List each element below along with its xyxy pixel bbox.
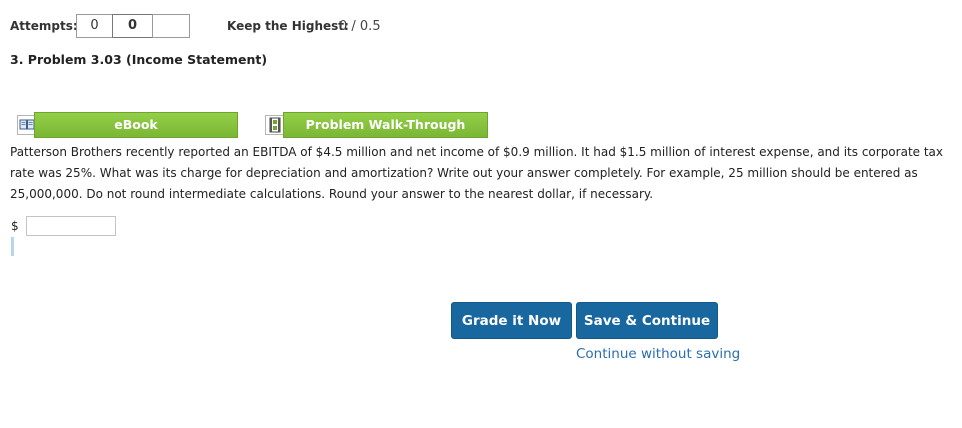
keep-highest-label: Keep the Highest: xyxy=(227,19,349,33)
attempts-label: Attempts: xyxy=(10,19,78,33)
grade-now-button[interactable]: Grade it Now xyxy=(451,302,572,339)
focus-indicator xyxy=(11,237,14,256)
question-text: Patterson Brothers recently reported an … xyxy=(10,145,943,201)
attempt-box-1: 0 xyxy=(76,14,113,38)
film-icon[interactable] xyxy=(265,115,285,135)
walkthrough-button[interactable]: Problem Walk-Through xyxy=(283,112,488,138)
attempt-box-2: 0 xyxy=(112,14,153,38)
problem-title: 3. Problem 3.03 (Income Statement) xyxy=(10,52,268,67)
currency-symbol: $ xyxy=(11,219,19,233)
answer-input[interactable] xyxy=(26,216,116,236)
attempt-box-3 xyxy=(152,14,190,38)
continue-without-saving-link[interactable]: Continue without saving xyxy=(576,346,740,362)
ebook-button[interactable]: eBook xyxy=(34,112,238,138)
score-value: 0 / 0.5 xyxy=(339,19,381,34)
save-continue-button[interactable]: Save & Continue xyxy=(576,302,718,339)
